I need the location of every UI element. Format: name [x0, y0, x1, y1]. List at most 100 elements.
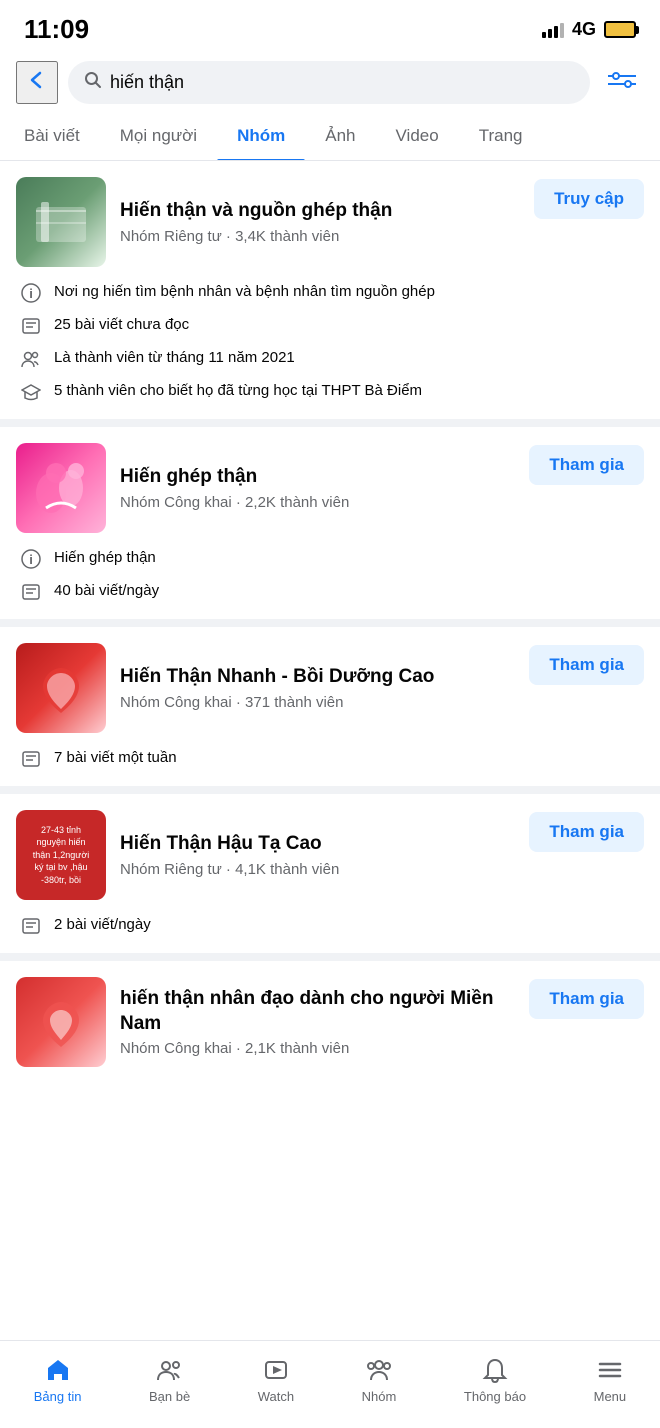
group-header-5: hiến thận nhân đạo dành cho người Miền N…	[16, 977, 644, 1067]
detail-row: i Hiến ghép thận	[20, 547, 644, 570]
detail-text: 2 bài viết/ngày	[54, 914, 644, 935]
nav-label-menu: Menu	[594, 1389, 627, 1404]
group-image-4: 27-43 tỉnh nguyện hiến thận 1,2người ký …	[16, 810, 106, 900]
img4-line1: 27-43 tỉnh	[33, 824, 89, 837]
battery-icon	[604, 21, 636, 38]
posts-icon	[20, 315, 42, 337]
nav-bang-tin[interactable]: Bảng tin	[22, 1351, 94, 1408]
group-details-1: i Nơi ng hiến tìm bệnh nhân và bệnh nhân…	[16, 281, 644, 403]
filter-button[interactable]	[600, 62, 644, 103]
search-input-wrapper[interactable]: hiến thận	[68, 61, 590, 104]
network-label: 4G	[572, 19, 596, 40]
group-card-5: hiến thận nhân đạo dành cho người Miền N…	[0, 961, 660, 1097]
group-info-5: hiến thận nhân đạo dành cho người Miền N…	[120, 987, 515, 1057]
group-image-2	[16, 443, 106, 533]
group-image-3	[16, 643, 106, 733]
info-icon: i	[20, 282, 42, 304]
group-meta-2: Nhóm Công khai · 2,2K thành viên	[120, 494, 515, 511]
status-bar: 11:09 4G	[0, 0, 660, 53]
group-info-2: Hiến ghép thận Nhóm Công khai · 2,2K thà…	[120, 465, 515, 511]
svg-text:i: i	[29, 286, 33, 301]
detail-text: Nơi ng hiến tìm bệnh nhân và bệnh nhân t…	[54, 281, 644, 302]
group-details-4: 2 bài viết/ngày	[16, 914, 644, 937]
groups-icon	[364, 1355, 394, 1385]
posts-icon	[20, 748, 42, 770]
group-list: Hiến thận và nguồn ghép thận Nhóm Riêng …	[0, 161, 660, 1097]
nav-label-ban-be: Bạn bè	[149, 1389, 190, 1404]
detail-text: Là thành viên từ tháng 11 năm 2021	[54, 347, 644, 368]
tham-gia-button-3[interactable]: Tham gia	[529, 645, 644, 685]
status-icons: 4G	[542, 19, 636, 40]
filter-tabs: Bài viết Mọi người Nhóm Ảnh Video Trang	[0, 112, 660, 161]
bottom-nav: Bảng tin Bạn bè Watch	[0, 1340, 660, 1428]
group-header-3: Hiến Thận Nhanh - Bồi Dưỡng Cao Nhóm Côn…	[16, 643, 644, 733]
detail-text: Hiến ghép thận	[54, 547, 644, 568]
group-card-1: Hiến thận và nguồn ghép thận Nhóm Riêng …	[0, 161, 660, 427]
img4-line2: nguyện hiến	[33, 836, 89, 849]
group-card-4: 27-43 tỉnh nguyện hiến thận 1,2người ký …	[0, 794, 660, 961]
friends-icon	[155, 1355, 185, 1385]
group-info-1: Hiến thận và nguồn ghép thận Nhóm Riêng …	[120, 199, 520, 245]
nav-nhom[interactable]: Nhóm	[350, 1351, 409, 1408]
status-time: 11:09	[24, 14, 89, 45]
group-meta-3: Nhóm Công khai · 371 thành viên	[120, 694, 515, 711]
detail-row: 5 thành viên cho biết họ đã từng học tại…	[20, 380, 644, 403]
tab-trang[interactable]: Trang	[459, 112, 543, 160]
members-icon	[20, 348, 42, 370]
detail-row: Là thành viên từ tháng 11 năm 2021	[20, 347, 644, 370]
tham-gia-button-4[interactable]: Tham gia	[529, 812, 644, 852]
tab-nhom[interactable]: Nhóm	[217, 112, 305, 160]
group-name-1: Hiến thận và nguồn ghép thận	[120, 199, 520, 224]
img4-line5: -380tr, bồi	[33, 874, 89, 887]
img4-line4: ký tại bv ,hậu	[33, 861, 89, 874]
nav-label-thong-bao: Thông báo	[464, 1389, 526, 1404]
filter-icon	[608, 66, 636, 94]
nav-label-bang-tin: Bảng tin	[34, 1389, 82, 1404]
nav-menu[interactable]: Menu	[582, 1351, 639, 1408]
home-bar	[0, 1418, 660, 1428]
detail-row: 40 bài viết/ngày	[20, 580, 644, 603]
tham-gia-button-2[interactable]: Tham gia	[529, 445, 644, 485]
watch-icon	[261, 1355, 291, 1385]
info-icon: i	[20, 548, 42, 570]
posts-icon	[20, 581, 42, 603]
truy-cap-button-1[interactable]: Truy cập	[534, 179, 644, 219]
group-header-4: 27-43 tỉnh nguyện hiến thận 1,2người ký …	[16, 810, 644, 900]
group-header-1: Hiến thận và nguồn ghép thận Nhóm Riêng …	[16, 177, 644, 267]
nav-thong-bao[interactable]: Thông báo	[452, 1351, 538, 1408]
group-meta-5: Nhóm Công khai · 2,1K thành viên	[120, 1040, 515, 1057]
group-name-4: Hiến Thận Hậu Tạ Cao	[120, 832, 515, 857]
nav-watch[interactable]: Watch	[246, 1351, 306, 1408]
group-image-5	[16, 977, 106, 1067]
tab-moi-nguoi[interactable]: Mọi người	[100, 112, 217, 160]
group-card-2: Hiến ghép thận Nhóm Công khai · 2,2K thà…	[0, 427, 660, 627]
svg-text:i: i	[29, 552, 33, 567]
bell-icon	[480, 1355, 510, 1385]
tham-gia-button-5[interactable]: Tham gia	[529, 979, 644, 1019]
tab-bai-viet[interactable]: Bài viết	[4, 112, 100, 160]
search-bar: hiến thận	[0, 53, 660, 112]
menu-icon	[595, 1355, 625, 1385]
group-name-5: hiến thận nhân đạo dành cho người Miền N…	[120, 987, 515, 1036]
detail-text: 5 thành viên cho biết họ đã từng học tại…	[54, 380, 644, 401]
group-info-3: Hiến Thận Nhanh - Bồi Dưỡng Cao Nhóm Côn…	[120, 665, 515, 711]
school-icon	[20, 381, 42, 403]
detail-row: 2 bài viết/ngày	[20, 914, 644, 937]
tab-video[interactable]: Video	[376, 112, 459, 160]
nav-ban-be[interactable]: Bạn bè	[137, 1351, 202, 1408]
search-query: hiến thận	[110, 72, 574, 93]
group-details-2: i Hiến ghép thận 40 bài viết/ngày	[16, 547, 644, 603]
back-button[interactable]	[16, 61, 58, 104]
tab-anh[interactable]: Ảnh	[305, 112, 375, 160]
home-icon	[43, 1355, 73, 1385]
search-icon	[84, 71, 102, 94]
group-header-2: Hiến ghép thận Nhóm Công khai · 2,2K thà…	[16, 443, 644, 533]
nav-label-nhom: Nhóm	[362, 1389, 397, 1404]
detail-row: 7 bài viết một tuần	[20, 747, 644, 770]
detail-row: i Nơi ng hiến tìm bệnh nhân và bệnh nhân…	[20, 281, 644, 304]
group-card-3: Hiến Thận Nhanh - Bồi Dưỡng Cao Nhóm Côn…	[0, 627, 660, 794]
group-meta-4: Nhóm Riêng tư · 4,1K thành viên	[120, 861, 515, 878]
group-name-3: Hiến Thận Nhanh - Bồi Dưỡng Cao	[120, 665, 515, 690]
signal-icon	[542, 22, 564, 38]
img4-line3: thận 1,2người	[33, 849, 89, 862]
